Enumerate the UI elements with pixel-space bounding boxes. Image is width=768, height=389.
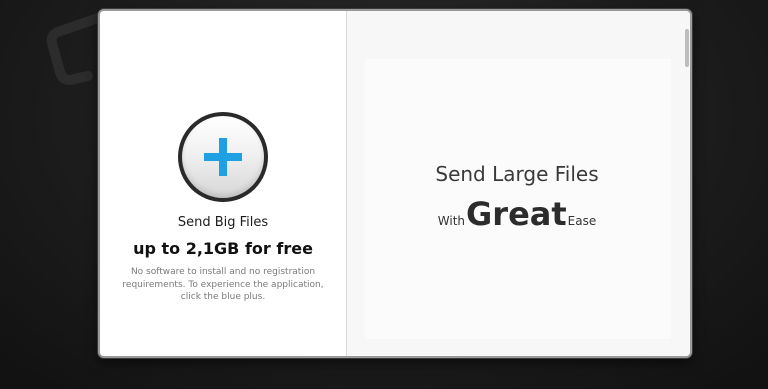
- add-files-button[interactable]: [178, 112, 268, 202]
- upload-pane: Send Big Files up to 2,1GB for free No s…: [100, 11, 346, 356]
- scrollbar[interactable]: [685, 29, 689, 67]
- upload-dialog: Send Big Files up to 2,1GB for free No s…: [98, 9, 692, 358]
- tagline-emphasis: Great: [466, 195, 567, 233]
- promo-tagline: WithGreatEase: [347, 195, 687, 233]
- add-files-button-face[interactable]: [182, 116, 264, 198]
- upload-description: No software to install and no registrati…: [122, 267, 324, 302]
- upload-title: Send Big Files: [177, 215, 269, 230]
- plus-icon[interactable]: [202, 136, 244, 178]
- upload-limit: up to 2,1GB for free: [133, 239, 313, 258]
- tagline-suffix: Ease: [567, 214, 597, 228]
- promo-headline: Send Large Files: [435, 162, 599, 186]
- tagline-prefix: With: [437, 214, 466, 228]
